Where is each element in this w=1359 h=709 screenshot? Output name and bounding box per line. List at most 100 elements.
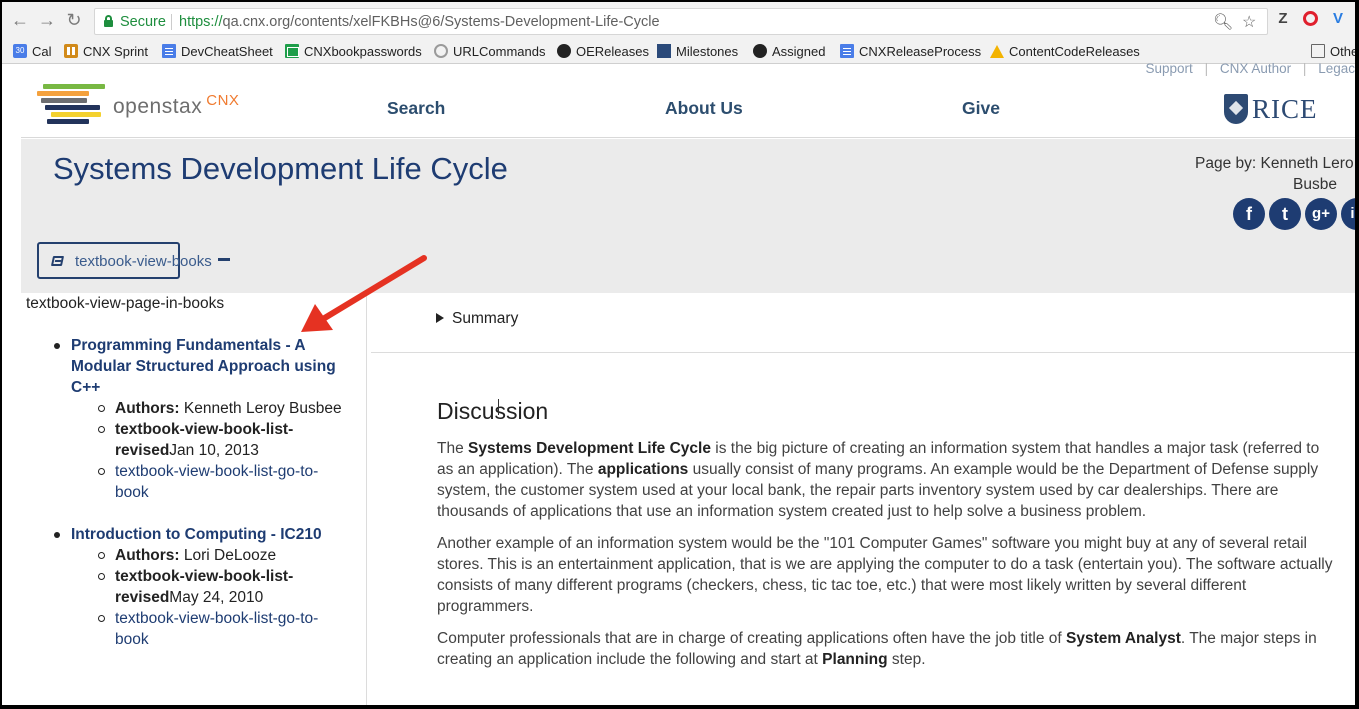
url-text[interactable]: https://qa.cnx.org/contents/xelFKBHs@6/S…: [179, 14, 660, 30]
extension-v-icon[interactable]: V: [1328, 9, 1348, 29]
bookmark-label: ContentCodeReleases: [1009, 43, 1140, 59]
facebook-icon[interactable]: f: [1233, 198, 1265, 230]
folder-icon: [1311, 44, 1325, 58]
bookmark-devcheatsheet[interactable]: DevCheatSheet: [162, 42, 273, 60]
address-bar[interactable]: Secure https://qa.cnx.org/contents/xelFK…: [94, 8, 1268, 35]
doc-icon: [162, 44, 176, 58]
authors-label: Authors:: [115, 547, 180, 564]
openstax-wordmark[interactable]: openstax CNX: [113, 92, 239, 119]
bookmark-label: Cal: [32, 43, 52, 59]
rice-shield-icon: [1224, 94, 1248, 124]
bookmark-label: CNXReleaseProcess: [859, 43, 982, 59]
bookmark-assigned[interactable]: Assigned: [753, 42, 825, 60]
rice-wordmark: RICE: [1252, 93, 1318, 124]
text-cursor-icon: [498, 399, 500, 415]
book-meta-list: Authors: Kenneth Leroy Busbee textbook-v…: [98, 398, 351, 503]
book-title-link[interactable]: Introduction to Computing - IC210: [71, 524, 351, 545]
bookmark-cnxbookpasswords[interactable]: CNXbookpasswords: [285, 42, 422, 60]
book-revised: textbook-view-book-list-revisedMay 24, 2…: [98, 566, 351, 608]
list-item: Introduction to Computing - IC210 Author…: [54, 524, 351, 650]
bookmark-cnx-sprint[interactable]: CNX Sprint: [64, 42, 148, 60]
doc-icon: [840, 44, 854, 58]
textbook-view-books-button[interactable]: textbook-view-books: [37, 242, 212, 279]
bookmark-label: URLCommands: [453, 43, 546, 59]
bookmark-contentcodereleases[interactable]: ContentCodeReleases: [990, 42, 1140, 60]
bullet: [54, 532, 60, 538]
nav-search[interactable]: Search: [387, 98, 445, 119]
bookmark-star-icon[interactable]: ☆: [1242, 12, 1256, 32]
zoom-magnifier-icon[interactable]: 🔍︎: [1213, 12, 1233, 32]
bookmark-cnxreleaseprocess[interactable]: CNXReleaseProcess: [840, 42, 981, 60]
section-heading: Discussion: [437, 398, 549, 424]
openstax-logo-icon[interactable]: [37, 84, 107, 126]
github-icon: [557, 44, 571, 58]
trello-icon: [64, 44, 78, 58]
book-revised: textbook-view-book-list-revisedJan 10, 2…: [98, 419, 351, 461]
book-go-to-link[interactable]: textbook-view-book-list-go-to-book: [98, 461, 351, 503]
revised-label: textbook-view-book-list-: [115, 421, 294, 438]
googleplus-icon[interactable]: g+: [1305, 198, 1337, 230]
github-icon: [753, 44, 767, 58]
utility-links: Support | CNX Author | Legac: [1138, 61, 1355, 76]
site-header: Support | CNX Author | Legac openstax CNX…: [21, 61, 1355, 138]
revised-date: Jan 10, 2013: [169, 442, 259, 459]
support-link[interactable]: Support: [1146, 61, 1193, 76]
list-item: Programming Fundamentals - A Modular Str…: [54, 335, 351, 503]
go-to-book-link[interactable]: textbook-view-book-list-go-to-: [115, 610, 318, 627]
summary-toggle[interactable]: Summary: [436, 310, 518, 328]
extension-z-icon[interactable]: Z: [1273, 9, 1293, 29]
opera-extension-icon[interactable]: [1300, 9, 1320, 29]
bullet: [54, 343, 60, 349]
collapse-minus-icon[interactable]: [218, 258, 230, 261]
revised-label: revised: [115, 589, 170, 606]
revised-label: revised: [115, 442, 170, 459]
bookmark-label: Assigned: [772, 43, 826, 59]
authors-value: Lori DeLooze: [183, 547, 277, 564]
logo-word: openstax: [113, 95, 203, 118]
disclosure-triangle-icon: [436, 313, 444, 323]
twitter-icon[interactable]: t: [1269, 198, 1301, 230]
link-separator: |: [1302, 61, 1307, 76]
back-arrow-icon[interactable]: ←: [10, 10, 30, 30]
go-to-book-link[interactable]: book: [115, 484, 149, 501]
revised-date: May 24, 2010: [169, 589, 264, 606]
sheet-icon: [285, 44, 299, 58]
go-to-book-link[interactable]: textbook-view-book-list-go-to-: [115, 463, 318, 480]
books-panel-heading: textbook-view-page-in-books: [26, 295, 225, 312]
bookmark-label: CNXbookpasswords: [304, 43, 422, 59]
bookmark-milestones[interactable]: Milestones: [657, 42, 738, 60]
paragraph: The Systems Development Life Cycle is th…: [437, 438, 1337, 522]
book-icon: [50, 256, 65, 266]
book-go-to-link[interactable]: textbook-view-book-list-go-to-book: [98, 608, 351, 650]
go-to-book-link[interactable]: book: [115, 631, 149, 648]
title-band: Systems Development Life Cycle Page by: …: [21, 139, 1355, 293]
bookmark-label: DevCheatSheet: [181, 43, 273, 59]
authors-label: Authors:: [115, 400, 180, 417]
bookmark-oereleases[interactable]: OEReleases: [557, 42, 649, 60]
nav-about-us[interactable]: About Us: [665, 98, 743, 119]
cnx-author-link[interactable]: CNX Author: [1220, 61, 1291, 76]
book-title-line: C++: [71, 379, 101, 396]
text-run: The: [437, 440, 469, 457]
nav-give[interactable]: Give: [962, 98, 1000, 119]
paragraph: Another example of an information system…: [437, 535, 1333, 615]
bookmark-other[interactable]: Other: [1311, 42, 1355, 60]
browser-toolbar: ← → ↻ Secure https://qa.cnx.org/contents…: [2, 2, 1355, 38]
milestones-icon: [657, 44, 671, 58]
book-title-line: Modular Structured Approach using: [71, 358, 336, 375]
page-by-line: Busbe: [1293, 176, 1337, 193]
book-title-link[interactable]: Programming Fundamentals - A Modular Str…: [71, 335, 351, 398]
reload-icon[interactable]: ↻: [64, 10, 84, 30]
rice-logo[interactable]: RICE: [1224, 92, 1318, 126]
linkedin-icon[interactable]: in: [1341, 198, 1355, 230]
bookmark-cal[interactable]: 30 Cal: [13, 42, 52, 60]
bookmark-urlcommands[interactable]: URLCommands: [434, 42, 545, 60]
url-scheme: https://: [179, 14, 223, 30]
divider: [371, 352, 1355, 353]
bold-term: applications: [597, 461, 689, 478]
legacy-link[interactable]: Legac: [1318, 61, 1355, 76]
bold-term: System Analyst: [1065, 630, 1181, 647]
browser-window: ← → ↻ Secure https://qa.cnx.org/contents…: [2, 2, 1355, 705]
forward-arrow-icon[interactable]: →: [37, 10, 57, 30]
lock-icon: [104, 15, 113, 27]
